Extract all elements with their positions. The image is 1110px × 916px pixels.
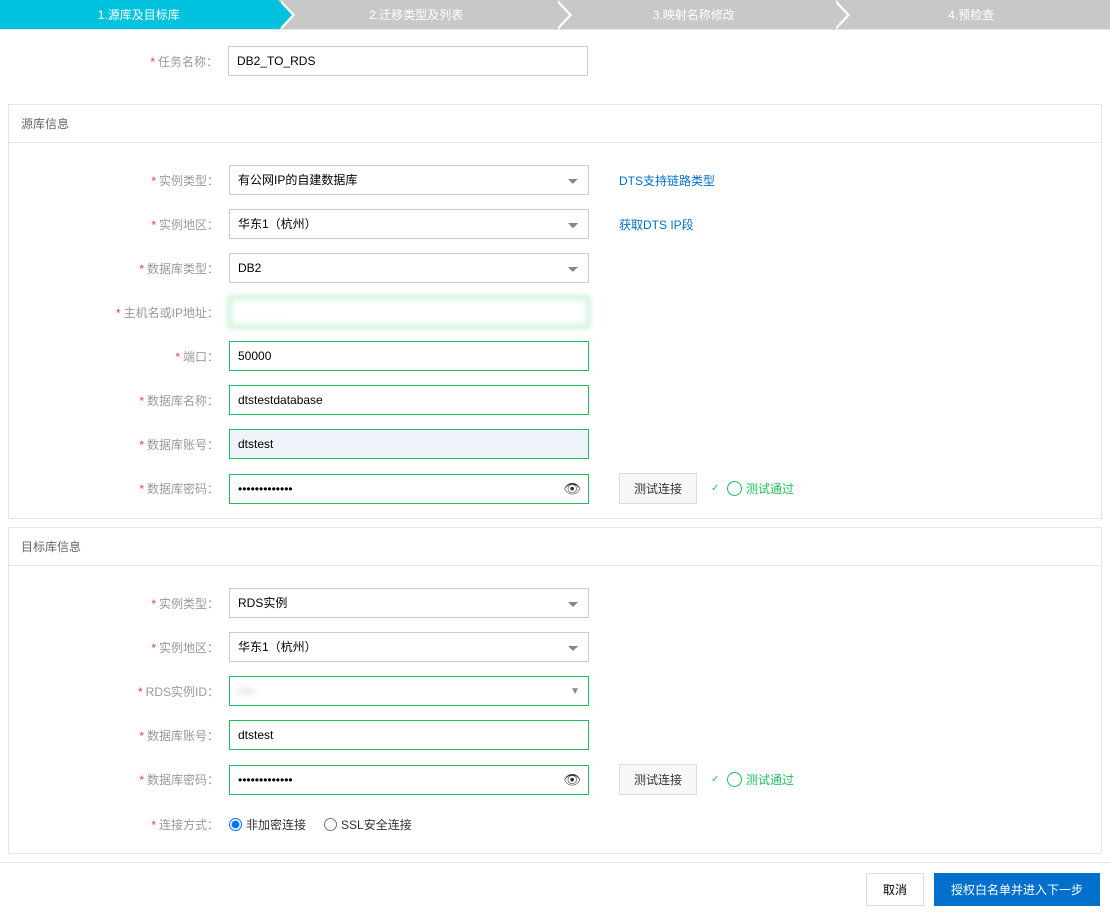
source-region-select[interactable]: 华东1（杭州） [229,209,589,239]
footer: 取消 授权白名单并进入下一步 [0,862,1110,916]
source-db-type-select[interactable]: DB2 [229,253,589,283]
target-region-select[interactable]: 华东1（杭州） [229,632,589,662]
source-password-label: *数据库密码： [9,480,229,497]
source-account-label: *数据库账号： [9,436,229,453]
source-instance-type-select[interactable]: 有公网IP的自建数据库 [229,165,589,195]
eye-icon[interactable]: 👁 [563,480,581,497]
source-host-label: *主机名或IP地址： [9,304,229,321]
source-region-label: *实例地区： [9,216,229,233]
connection-mode-ssl[interactable]: SSL安全连接 [324,816,412,833]
source-password-input[interactable] [229,474,589,504]
next-button[interactable]: 授权白名单并进入下一步 [934,873,1100,906]
step-2[interactable]: 2.迁移类型及列表 [278,0,556,29]
target-rds-id-label: *RDS实例ID： [9,683,229,700]
dts-link-type-link[interactable]: DTS支持链路类型 [619,172,715,189]
connection-mode-plain[interactable]: 非加密连接 [229,816,306,833]
step-4[interactable]: 4.预检查 [833,0,1110,29]
source-test-connection-button[interactable]: 测试连接 [619,473,697,504]
source-port-label: *端口： [9,348,229,365]
source-host-input[interactable] [229,297,589,327]
connection-mode-label: *连接方式： [9,816,229,833]
source-db-name-input[interactable] [229,385,589,415]
target-header: 目标库信息 [9,528,1101,566]
target-section: 目标库信息 *实例类型： RDS实例 *实例地区： 华东1（杭州） *RDS实例… [8,527,1102,854]
source-port-input[interactable] [229,341,589,371]
target-password-input[interactable] [229,765,589,795]
target-account-label: *数据库账号： [9,727,229,744]
source-header: 源库信息 [9,105,1101,143]
step-3[interactable]: 3.映射名称修改 [555,0,833,29]
target-account-input[interactable] [229,720,589,750]
target-instance-type-select[interactable]: RDS实例 [229,588,589,618]
target-test-connection-button[interactable]: 测试连接 [619,764,697,795]
target-test-pass-status: 测试通过 [727,771,794,788]
source-db-name-label: *数据库名称： [9,392,229,409]
source-section: 源库信息 *实例类型： 有公网IP的自建数据库 DTS支持链路类型 *实例地区：… [8,104,1102,519]
eye-icon[interactable]: 👁 [563,771,581,788]
wizard-steps: 1.源库及目标库 2.迁移类型及列表 3.映射名称修改 4.预检查 [0,0,1110,30]
source-db-type-label: *数据库类型： [9,260,229,277]
dts-ip-link[interactable]: 获取DTS IP段 [619,216,694,233]
chevron-down-icon: ▼ [570,686,580,697]
task-name-input[interactable] [228,46,588,76]
target-instance-type-label: *实例类型： [9,595,229,612]
task-name-label: *任务名称： [8,53,228,70]
target-password-label: *数据库密码： [9,771,229,788]
source-test-pass-status: 测试通过 [727,480,794,497]
source-account-input[interactable] [229,429,589,459]
target-rds-id-select[interactable]: rm- ▼ [229,676,589,706]
source-instance-type-label: *实例类型： [9,172,229,189]
step-1[interactable]: 1.源库及目标库 [0,0,278,29]
cancel-button[interactable]: 取消 [866,873,924,906]
target-region-label: *实例地区： [9,639,229,656]
